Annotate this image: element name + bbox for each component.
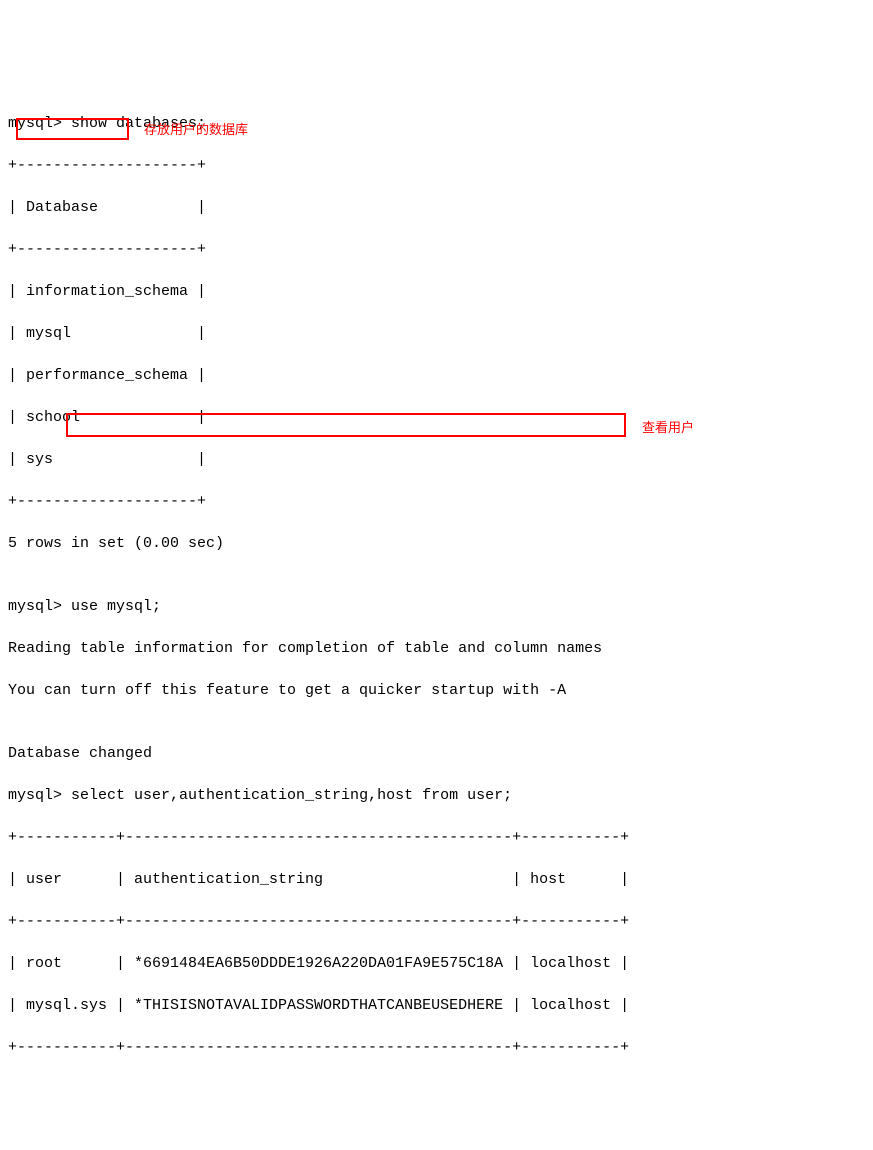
table-divider: +--------------------+ bbox=[8, 239, 865, 260]
select-query: select user,authentication_string,host f… bbox=[71, 787, 512, 804]
database-row-school: | school | bbox=[8, 407, 865, 428]
database-row-information-schema: | information_schema | bbox=[8, 281, 865, 302]
annotation-view-users: 查看用户 bbox=[642, 419, 694, 437]
database-row-performance-schema: | performance_schema | bbox=[8, 365, 865, 386]
annotation-user-database: 存放用户的数据库 bbox=[144, 121, 248, 139]
table-header-user: | user | authentication_string | host | bbox=[8, 869, 865, 890]
prompt-prefix: mysql> bbox=[8, 787, 71, 804]
database-changed: Database changed bbox=[8, 743, 865, 764]
terminal-output: mysql> show databases; +----------------… bbox=[8, 92, 865, 1079]
table-divider: +-----------+---------------------------… bbox=[8, 911, 865, 932]
table-divider: +--------------------+ bbox=[8, 155, 865, 176]
database-row-mysql: | mysql | bbox=[8, 323, 865, 344]
mysql-prompt-show-databases: mysql> show databases; bbox=[8, 113, 865, 134]
table-header-database: | Database | bbox=[8, 197, 865, 218]
database-row-sys: | sys | bbox=[8, 449, 865, 470]
table-divider: +-----------+---------------------------… bbox=[8, 1037, 865, 1058]
mysql-prompt-use-mysql: mysql> use mysql; bbox=[8, 596, 865, 617]
table-divider: +--------------------+ bbox=[8, 491, 865, 512]
user-row-mysql-sys: | mysql.sys | *THISISNOTAVALIDPASSWORDTH… bbox=[8, 995, 865, 1016]
mysql-prompt-select-user: mysql> select user,authentication_string… bbox=[8, 785, 865, 806]
result-count: 5 rows in set (0.00 sec) bbox=[8, 533, 865, 554]
table-divider: +-----------+---------------------------… bbox=[8, 827, 865, 848]
reading-table-info-2: You can turn off this feature to get a q… bbox=[8, 680, 865, 701]
user-row-root: | root | *6691484EA6B50DDDE1926A220DA01F… bbox=[8, 953, 865, 974]
reading-table-info-1: Reading table information for completion… bbox=[8, 638, 865, 659]
